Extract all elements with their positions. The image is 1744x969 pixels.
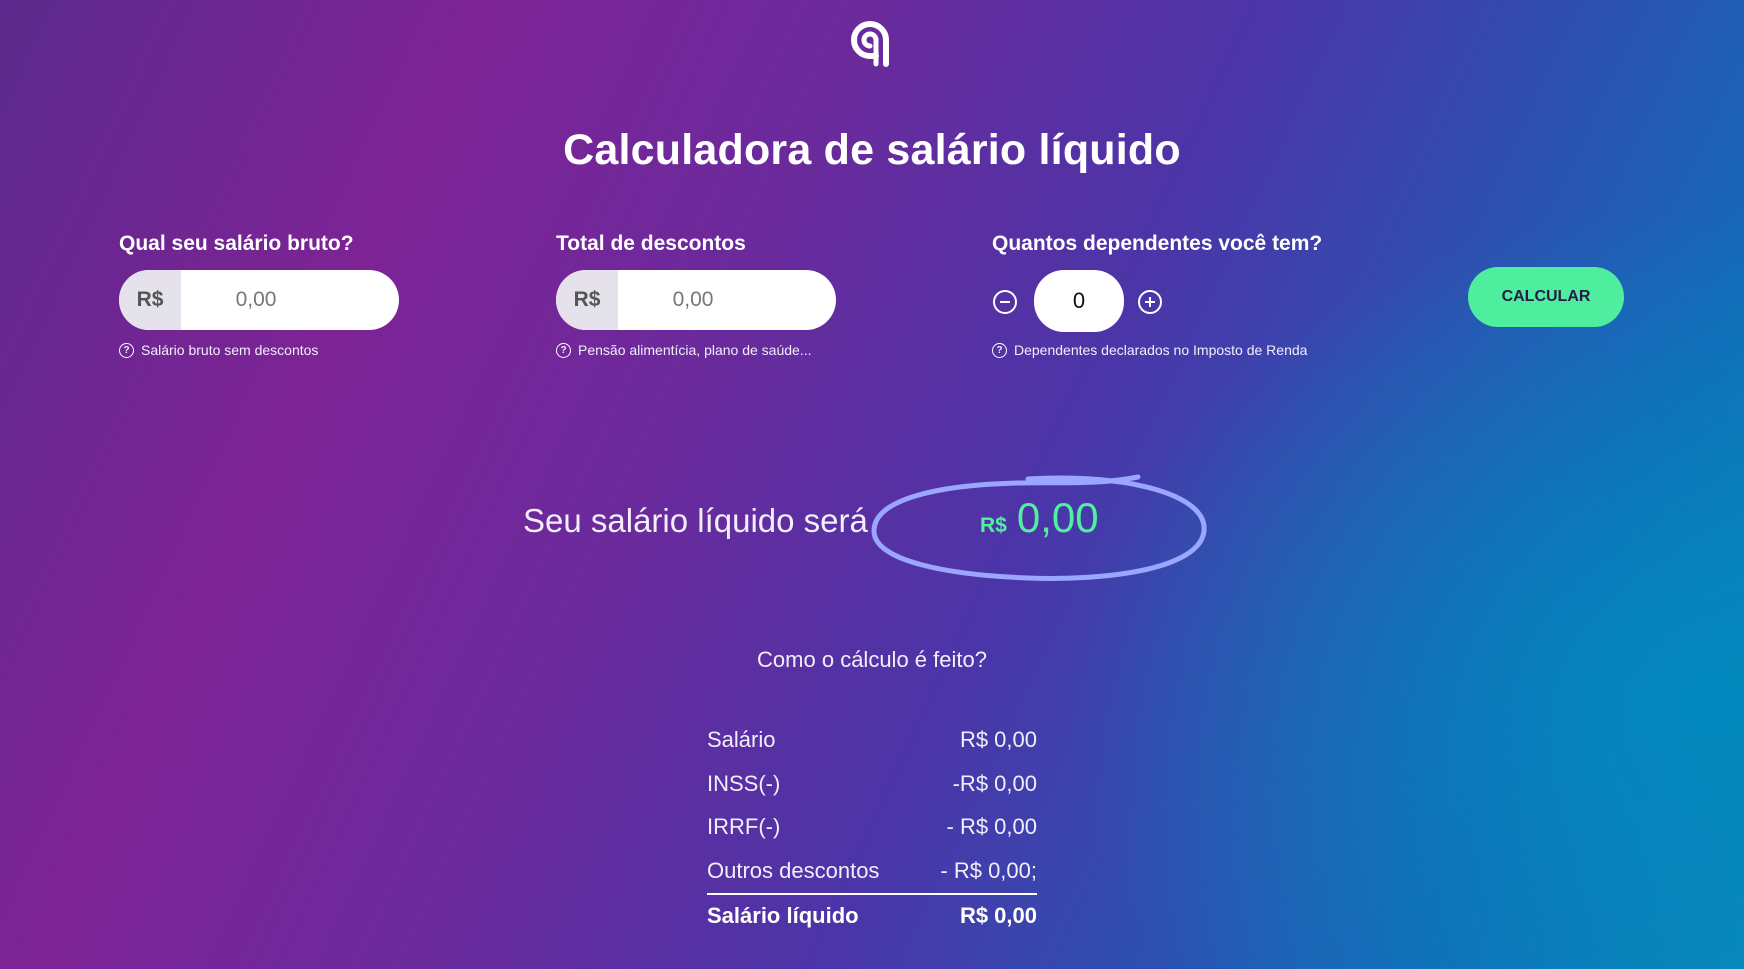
- breakdown-row: INSS(-) -R$ 0,00: [707, 771, 1037, 815]
- currency-prefix: R$: [556, 270, 618, 330]
- breakdown-row: IRRF(-) - R$ 0,00: [707, 814, 1037, 858]
- discounts-input[interactable]: [618, 270, 770, 330]
- breakdown-row: Outros descontos - R$ 0,00;: [707, 858, 1037, 893]
- brand-logo-icon: [851, 21, 889, 67]
- result-amount: 0,00: [1016, 494, 1099, 541]
- how-title: Como o cálculo é feito?: [757, 647, 987, 672]
- breakdown-label: Outros descontos: [707, 857, 880, 883]
- breakdown-value: -R$ 0,00: [952, 770, 1037, 796]
- discounts-label: Total de descontos: [556, 232, 746, 255]
- result-label: Seu salário líquido será: [523, 502, 868, 539]
- gross-salary-label: Qual seu salário bruto?: [119, 232, 354, 255]
- page-title: Calculadora de salário líquido: [563, 126, 1181, 174]
- result-currency: R$: [980, 514, 1007, 537]
- currency-prefix: R$: [119, 270, 181, 330]
- breakdown-total-row: Salário líquido R$ 0,00: [707, 892, 1037, 929]
- breakdown-value: R$ 0,00: [959, 727, 1037, 752]
- breakdown-table: Salário R$ 0,00 INSS(-) -R$ 0,00 IRRF(-)…: [707, 727, 1037, 929]
- minus-circle-icon[interactable]: [993, 290, 1017, 314]
- question-circle-icon[interactable]: ?: [992, 342, 1007, 358]
- discounts-field[interactable]: R$: [556, 270, 836, 330]
- plus-circle-icon[interactable]: [1138, 290, 1162, 314]
- hint-text: Pensão alimentícia, plano de saúde...: [578, 342, 812, 358]
- calculate-button[interactable]: CALCULAR: [1468, 267, 1624, 327]
- question-circle-icon[interactable]: ?: [556, 342, 571, 358]
- gross-salary-field[interactable]: R$: [119, 270, 399, 330]
- breakdown-value: - R$ 0,00: [946, 814, 1038, 839]
- breakdown-label: IRRF(-): [707, 814, 781, 839]
- total-label: Salário líquido: [707, 902, 859, 928]
- dependents-input[interactable]: [1034, 270, 1124, 332]
- question-circle-icon[interactable]: ?: [119, 342, 134, 358]
- breakdown-label: Salário: [707, 727, 776, 752]
- dependents-label: Quantos dependentes você tem?: [992, 232, 1323, 255]
- breakdown-label: INSS(-): [707, 770, 781, 796]
- hint-text: Dependentes declarados no Imposto de Ren…: [1014, 342, 1308, 358]
- breakdown-value: - R$ 0,00;: [940, 857, 1037, 883]
- total-value: R$ 0,00: [959, 902, 1037, 928]
- hint-text: Salário bruto sem descontos: [141, 342, 319, 358]
- gross-salary-input[interactable]: [181, 270, 333, 330]
- discounts-hint: ? Pensão alimentícia, plano de saúde...: [556, 342, 812, 358]
- breakdown-row: Salário R$ 0,00: [707, 727, 1037, 771]
- gross-salary-hint: ? Salário bruto sem descontos: [119, 342, 318, 358]
- result-value: R$ 0,00: [980, 494, 1099, 542]
- dependents-hint: ? Dependentes declarados no Imposto de R…: [992, 342, 1307, 358]
